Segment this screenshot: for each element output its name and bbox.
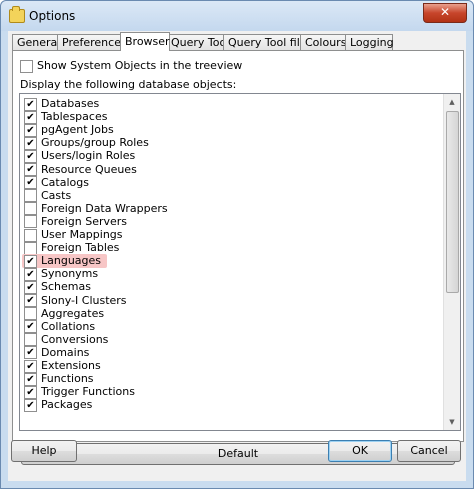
vertical-scrollbar[interactable]: ▲ ▼ bbox=[443, 94, 460, 430]
list-item[interactable]: ✔ Databases bbox=[24, 97, 100, 111]
list-item[interactable]: ✔ Catalogs bbox=[24, 175, 89, 190]
checkbox-checked[interactable]: ✔ bbox=[24, 294, 37, 307]
tab-colours[interactable]: Colours bbox=[300, 34, 350, 50]
show-system-objects-checkbox[interactable] bbox=[20, 59, 33, 73]
list-item[interactable]: ✔ Synonyms bbox=[24, 267, 99, 281]
scrollbar-thumb[interactable] bbox=[446, 111, 459, 293]
browser-tab-panel: Show System Objects in the treeview Disp… bbox=[12, 50, 464, 465]
dialog-body: General Preferences Browser Query Tool Q… bbox=[8, 31, 466, 481]
list-item[interactable]: ✔ Tablespaces bbox=[24, 110, 108, 124]
list-item[interactable]: ✔ Languages bbox=[22, 254, 108, 269]
checkbox-checked[interactable]: ✔ bbox=[24, 163, 37, 176]
list-item[interactable]: ✔ Slony-I Clusters bbox=[24, 294, 127, 307]
list-item[interactable]: Casts bbox=[24, 188, 72, 203]
scroll-up-arrow-icon[interactable]: ▲ bbox=[444, 94, 460, 110]
show-system-objects-row[interactable]: Show System Objects in the treeview bbox=[20, 59, 242, 73]
list-item-label: Synonyms bbox=[41, 267, 99, 281]
list-item-label: User Mappings bbox=[41, 228, 123, 241]
checkbox-checked[interactable]: ✔ bbox=[24, 280, 37, 294]
title-bar[interactable]: Options ✕ bbox=[1, 1, 473, 31]
list-item[interactable]: ✔ Trigger Functions bbox=[24, 385, 135, 399]
checkbox-checked[interactable]: ✔ bbox=[24, 123, 37, 137]
checkbox-unchecked[interactable] bbox=[24, 228, 37, 242]
checkbox-checked[interactable]: ✔ bbox=[24, 176, 37, 190]
list-item-label: Foreign Tables bbox=[41, 241, 120, 255]
list-item-label: Packages bbox=[41, 398, 93, 412]
list-item-label: Casts bbox=[41, 188, 72, 202]
checkbox-checked[interactable]: ✔ bbox=[24, 359, 37, 373]
list-item-label: Foreign Servers bbox=[41, 214, 128, 228]
tab-query-tool[interactable]: Query Tool bbox=[166, 34, 229, 50]
list-item-label: Foreign Data Wrappers bbox=[41, 201, 168, 215]
list-item[interactable]: ✔ Users/login Roles bbox=[24, 149, 136, 163]
checkbox-checked[interactable]: ✔ bbox=[24, 110, 37, 124]
options-window: Options ✕ General Preferences Browser Qu… bbox=[0, 0, 474, 489]
list-item-label: Functions bbox=[41, 372, 94, 386]
checkbox-unchecked[interactable] bbox=[24, 241, 37, 255]
list-item-label: Catalogs bbox=[41, 175, 89, 189]
scroll-down-arrow-icon[interactable]: ▼ bbox=[444, 414, 460, 430]
list-item-label: Resource Queues bbox=[41, 162, 137, 176]
checkbox-unchecked[interactable] bbox=[24, 189, 37, 203]
list-item-label: Schemas bbox=[41, 280, 91, 294]
list-item-label: Collations bbox=[41, 319, 96, 333]
database-objects-list[interactable]: ✔ Databases ✔ Tablespaces ✔ pgAgent Jobs ✔ Grou… bbox=[19, 93, 461, 431]
checkbox-unchecked[interactable] bbox=[24, 215, 37, 229]
window-title: Options bbox=[29, 9, 76, 23]
list-item-label: Domains bbox=[41, 345, 90, 359]
list-item-label: Databases bbox=[41, 97, 100, 110]
list-item[interactable]: ✔ pgAgent Jobs bbox=[24, 123, 114, 137]
checkbox-checked[interactable]: ✔ bbox=[24, 267, 37, 281]
checkbox-checked[interactable]: ✔ bbox=[24, 385, 37, 399]
checkbox-checked[interactable]: ✔ bbox=[24, 372, 37, 386]
list-item[interactable]: ✔ Groups/group Roles bbox=[24, 136, 149, 150]
list-item-label: Aggregates bbox=[41, 306, 105, 320]
checkbox-checked[interactable]: ✔ bbox=[24, 136, 37, 150]
list-item[interactable]: Aggregates bbox=[24, 306, 105, 321]
list-item[interactable]: ✔ Schemas bbox=[24, 280, 91, 294]
help-button[interactable]: Help bbox=[11, 440, 77, 462]
list-item[interactable]: ✔ Extensions bbox=[24, 359, 101, 373]
tab-logging[interactable]: Logging bbox=[345, 34, 394, 50]
checkbox-checked[interactable]: ✔ bbox=[24, 398, 37, 412]
cancel-button[interactable]: Cancel bbox=[397, 440, 461, 462]
checkbox-unchecked[interactable] bbox=[24, 202, 37, 216]
list-item[interactable]: ✔ Collations bbox=[24, 319, 96, 334]
list-item[interactable]: Conversions bbox=[24, 332, 109, 347]
checkbox-checked[interactable]: ✔ bbox=[24, 97, 37, 111]
list-item-label: Slony-I Clusters bbox=[41, 293, 127, 307]
checkbox-checked[interactable]: ✔ bbox=[24, 320, 37, 334]
list-item-label: Users/login Roles bbox=[41, 149, 136, 163]
checkbox-checked[interactable]: ✔ bbox=[24, 254, 37, 268]
tab-preferences[interactable]: Preferences bbox=[57, 34, 127, 50]
list-item-label: Tablespaces bbox=[41, 110, 108, 124]
list-item[interactable]: ✔ Domains bbox=[24, 345, 90, 360]
list-item[interactable]: User Mappings bbox=[24, 228, 123, 242]
list-item[interactable]: ✔ Resource Queues bbox=[24, 163, 137, 176]
checkbox-unchecked[interactable] bbox=[24, 333, 37, 347]
tab-general[interactable]: General bbox=[12, 34, 60, 50]
list-item-label: pgAgent Jobs bbox=[41, 123, 114, 137]
checkbox-checked[interactable]: ✔ bbox=[24, 149, 37, 163]
list-item-label: Trigger Functions bbox=[41, 385, 135, 399]
show-system-objects-label: Show System Objects in the treeview bbox=[37, 59, 243, 72]
list-item-label: Conversions bbox=[41, 332, 109, 346]
list-item-label: Languages bbox=[41, 254, 102, 268]
list-item-label: Groups/group Roles bbox=[41, 136, 149, 150]
list-item[interactable]: Foreign Data Wrappers bbox=[24, 201, 168, 216]
checkbox-unchecked[interactable] bbox=[24, 307, 37, 321]
tab-query-tool-files[interactable]: Query Tool files bbox=[223, 34, 312, 50]
list-item[interactable]: ✔ Packages bbox=[24, 398, 93, 412]
list-item[interactable]: Foreign Servers bbox=[24, 214, 128, 229]
folder-icon bbox=[9, 6, 25, 23]
list-item[interactable]: Foreign Tables bbox=[24, 241, 120, 255]
list-item-label: Extensions bbox=[41, 359, 101, 372]
ok-button[interactable]: OK bbox=[328, 440, 392, 462]
list-item[interactable]: ✔ Functions bbox=[24, 372, 94, 386]
close-button[interactable]: ✕ bbox=[423, 3, 467, 23]
tab-browser[interactable]: Browser bbox=[120, 32, 170, 51]
checkbox-checked[interactable]: ✔ bbox=[24, 346, 37, 360]
display-objects-label: Display the following database objects: bbox=[20, 78, 237, 91]
